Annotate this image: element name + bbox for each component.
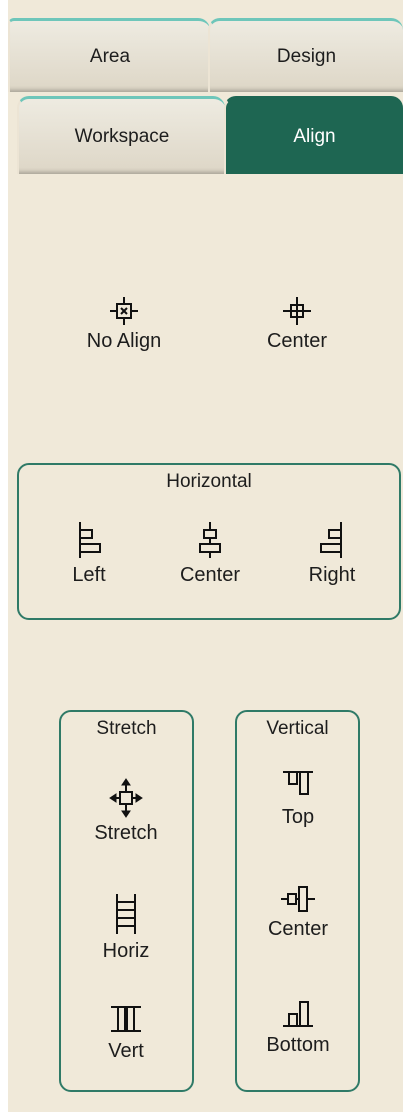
stretch-horiz-button[interactable]: Horiz [81, 892, 171, 963]
align-right-button[interactable]: Right [297, 520, 367, 587]
align-center-v-label: Center [267, 918, 329, 940]
align-left-icon [79, 522, 101, 558]
align-top-icon [283, 771, 313, 795]
stretch-all-icon [109, 778, 143, 818]
align-top-label: Top [281, 806, 315, 828]
stretch-vert-button[interactable]: Vert [81, 1002, 171, 1063]
tab-area[interactable]: Area [8, 18, 210, 92]
align-bottom-icon [283, 1001, 313, 1027]
horizontal-group-title: Horizontal [166, 471, 252, 492]
vertical-group-title: Vertical [266, 718, 329, 739]
align-right-icon [320, 522, 342, 558]
tab-workspace[interactable]: Workspace [17, 96, 225, 174]
align-center-v-button[interactable]: Center [253, 884, 343, 941]
align-left-button[interactable]: Left [59, 520, 119, 587]
align-center-horizontal-icon [199, 522, 221, 558]
center-crosshair-icon [283, 297, 311, 325]
tab-design[interactable]: Design [208, 18, 403, 92]
align-center-h-label: Center [179, 564, 241, 586]
stretch-horiz-label: Horiz [102, 940, 150, 962]
center-button[interactable]: Center [247, 296, 347, 353]
stretch-vertical-icon [111, 1006, 141, 1032]
align-left-label: Left [72, 564, 106, 586]
align-bottom-label: Bottom [266, 1034, 330, 1056]
no-align-button[interactable]: No Align [74, 296, 174, 353]
align-bottom-button[interactable]: Bottom [253, 996, 343, 1057]
stretch-button[interactable]: Stretch [81, 778, 171, 845]
align-center-h-button[interactable]: Center [170, 520, 250, 587]
stretch-vert-label: Vert [108, 1040, 144, 1062]
no-align-label: No Align [86, 330, 162, 352]
center-label: Center [266, 330, 328, 352]
stretch-group-title: Stretch [96, 718, 157, 739]
no-align-icon [110, 297, 138, 325]
align-top-button[interactable]: Top [253, 768, 343, 829]
align-right-label: Right [308, 564, 356, 586]
stretch-horizontal-icon [116, 894, 136, 934]
tab-align[interactable]: Align [224, 96, 403, 174]
align-center-vertical-icon [281, 886, 315, 912]
stretch-label: Stretch [94, 822, 158, 844]
